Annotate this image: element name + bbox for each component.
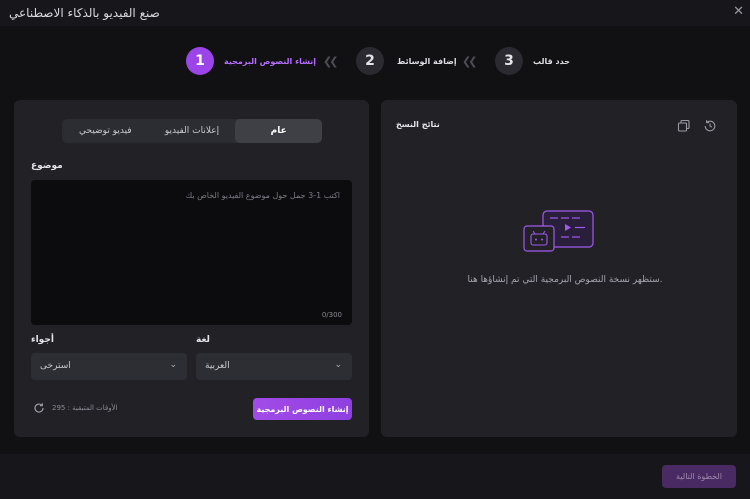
language-label: لغة (196, 335, 210, 345)
language-value: العربية (205, 361, 230, 371)
generate-script-label: إنشاء النصوص البرمجية (256, 404, 349, 414)
language-select[interactable]: العربية ⌄ (196, 353, 352, 380)
step-2-circle[interactable]: 2 (356, 47, 384, 75)
script-input-panel: عام إعلانات الفيديو فيديو توضيحي موضوع ا… (14, 100, 369, 437)
chevron-down-icon: ⌄ (334, 360, 342, 370)
tab-video-ads[interactable]: إعلانات الفيديو (149, 119, 236, 143)
topic-textarea[interactable]: اكتب 1-3 جمل حول موضوع الفيديو الخاص بك … (31, 180, 352, 325)
step-2-label: إضافة الوسائط (397, 57, 457, 66)
mood-label: أجواء (31, 335, 54, 345)
step-3-number: 3 (504, 53, 514, 69)
tab-explainer-video[interactable]: فيديو توضيحي (62, 119, 149, 143)
main-area: 1 إنشاء النصوص البرمجية ❮❮ 2 إضافة الوسا… (0, 26, 750, 454)
step-3-circle[interactable]: 3 (495, 47, 523, 75)
empty-results-message: ستظهر نسخة النصوص البرمجية التي تم إنشاؤ… (467, 275, 663, 285)
step-1-label: إنشاء النصوص البرمجية (224, 57, 317, 66)
video-script-illustration-icon (523, 210, 594, 252)
window-title: صنع الفيديو بالذكاء الاصطناعي (9, 6, 160, 20)
step-1-circle[interactable]: 1 (186, 47, 214, 75)
remaining-count: الأوقات المتبقية : 295 (52, 404, 118, 412)
history-icon[interactable] (703, 119, 717, 133)
generate-script-button[interactable]: إنشاء النصوص البرمجية (253, 398, 352, 420)
step-separator-icon: ❮❮ (323, 55, 339, 68)
topic-placeholder: اكتب 1-3 جمل حول موضوع الفيديو الخاص بك (185, 191, 340, 200)
script-results-panel: نتائج النسخ ستظهر نسخة النصوص البرمجية ا… (381, 100, 737, 437)
close-icon[interactable]: ✕ (733, 4, 744, 19)
mood-select[interactable]: استرخى ⌄ (31, 353, 187, 380)
refresh-icon[interactable] (33, 402, 45, 414)
results-title: نتائج النسخ (396, 120, 440, 129)
title-bar: صنع الفيديو بالذكاء الاصطناعي ✕ (0, 0, 750, 26)
next-step-label: الخطوة التالية (676, 472, 722, 481)
step-1-number: 1 (195, 53, 205, 69)
footer-bar: الخطوة التالية (0, 454, 750, 499)
step-separator-icon: ❮❮ (462, 55, 478, 68)
tab-general-label: عام (270, 126, 287, 136)
topic-label: موضوع (31, 161, 63, 171)
tab-video-ads-label: إعلانات الفيديو (164, 126, 220, 136)
script-type-tabs: عام إعلانات الفيديو فيديو توضيحي (62, 119, 322, 143)
tab-general[interactable]: عام (235, 119, 322, 143)
step-3-label: حدد قالب (533, 57, 570, 66)
chevron-down-icon: ⌄ (169, 360, 177, 370)
mood-value: استرخى (40, 361, 71, 371)
copy-icon[interactable] (677, 119, 691, 133)
tab-explainer-video-label: فيديو توضيحي (79, 126, 132, 136)
char-counter: 0/300 (321, 311, 342, 319)
step-2-number: 2 (365, 53, 375, 69)
next-step-button[interactable]: الخطوة التالية (662, 465, 736, 488)
